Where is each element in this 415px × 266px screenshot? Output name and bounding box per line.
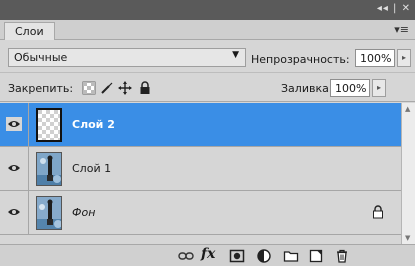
layer-lock-icon [373,205,383,219]
layer-name[interactable]: Фон [72,206,95,219]
lock-transparent-pixels-icon[interactable] [82,81,96,95]
add-mask-icon[interactable] [229,248,245,264]
fill-slider-button[interactable]: ▸ [372,79,386,97]
blend-mode-select[interactable]: Обычные ▼ [8,48,246,67]
visibility-eye-icon[interactable] [6,205,22,219]
image-thumbnail-icon [37,197,61,229]
fill-label: Заливка: [281,82,333,95]
panel-title-bar: ◂◂ | ✕ [0,0,415,20]
transparency-checkerboard-icon [38,110,60,140]
scroll-up-icon[interactable]: ▲ [405,105,410,113]
fill-input[interactable]: 100% [330,79,370,97]
tab-layers[interactable]: Слои [4,22,55,40]
tab-row: Слои ▾≡ [0,20,415,40]
column-divider [28,103,29,147]
layers-scrollbar[interactable]: ▲ ▼ [401,103,415,244]
panel-menu-icon[interactable]: ▾≡ [394,23,409,36]
layers-list: Слой 2 Слой 1 Фон [0,103,401,235]
fx-icon[interactable]: fx [201,246,215,262]
link-layers-icon[interactable] [178,248,194,264]
column-divider [28,191,29,235]
opacity-slider-button[interactable]: ▸ [397,49,411,67]
layer-row-background[interactable]: Фон [0,191,401,235]
layer-name[interactable]: Слой 1 [72,162,111,175]
layer-row-layer-2[interactable]: Слой 2 [0,103,401,147]
lock-fill-row: Закрепить: Заливка: 100% ▸ [0,74,415,102]
layer-thumbnail [36,108,62,142]
opacity-label: Непрозрачность: [251,53,350,66]
layers-empty-area [0,235,401,244]
blend-mode-value: Обычные [14,51,68,64]
new-layer-icon[interactable] [308,248,324,264]
layers-bottom-toolbar: fx [0,244,415,266]
layer-row-layer-1[interactable]: Слой 1 [0,147,401,191]
panel-window-controls[interactable]: ◂◂ | ✕ [377,3,411,14]
visibility-eye-icon[interactable] [6,161,22,175]
lock-image-pixels-icon[interactable] [100,81,114,95]
layer-thumbnail [36,152,62,186]
lock-all-icon[interactable] [138,81,152,95]
opacity-input[interactable]: 100% [355,49,395,67]
column-divider [28,147,29,191]
image-thumbnail-icon [37,153,61,185]
delete-layer-icon[interactable] [334,248,350,264]
layer-thumbnail [36,196,62,230]
adjustment-layer-icon[interactable] [256,248,272,264]
blend-opacity-row: Обычные ▼ Непрозрачность: 100% ▸ [0,41,415,73]
visibility-eye-icon[interactable] [6,117,22,131]
new-group-icon[interactable] [283,248,299,264]
layer-name[interactable]: Слой 2 [72,118,115,131]
dropdown-arrow-icon: ▼ [232,50,239,60]
lock-position-icon[interactable] [118,81,132,95]
lock-label: Закрепить: [8,82,74,95]
layers-panel: ◂◂ | ✕ Слои ▾≡ Обычные ▼ Непрозрачность:… [0,0,415,266]
scroll-down-icon[interactable]: ▼ [405,234,410,242]
